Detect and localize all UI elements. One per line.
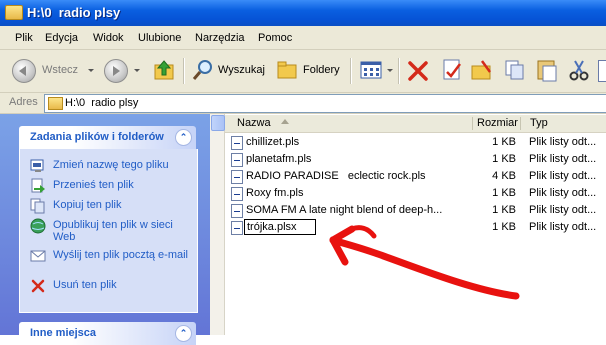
annotation-arrow-icon xyxy=(329,225,520,300)
